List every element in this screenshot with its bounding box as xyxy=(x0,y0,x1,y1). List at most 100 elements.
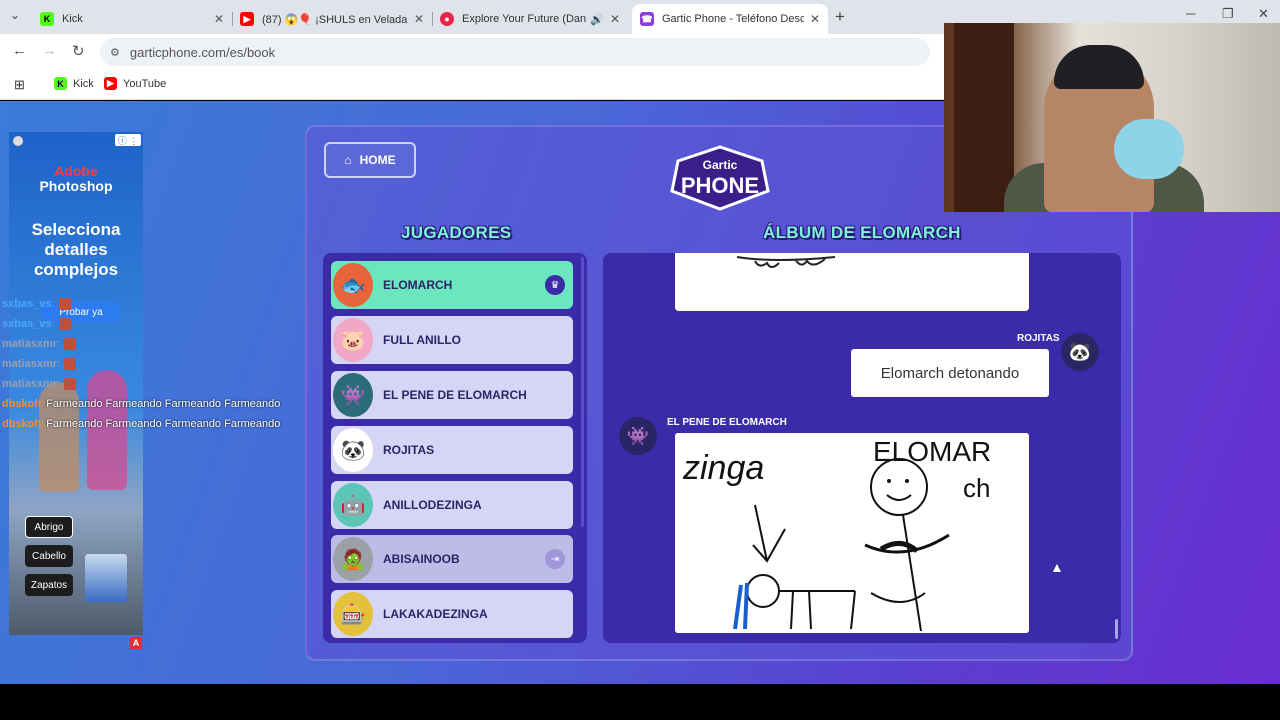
close-icon[interactable]: ✕ xyxy=(810,12,820,26)
chat-user: matiasxmr xyxy=(2,358,58,370)
chat-line: matiasxmr: xyxy=(2,374,302,394)
screen: ⌄ K Kick ✕ ▶ (87) 😱🎈 ¡SHULS en Velada de… xyxy=(0,0,1280,720)
back-icon[interactable]: ← xyxy=(12,42,27,59)
player-name: LAKAKADEZINGA xyxy=(383,607,488,621)
player-name: ANILLODEZINGA xyxy=(383,498,482,512)
chat-line: dbskoh: Farmeando Farmeando Farmeando Far… xyxy=(2,398,281,410)
player-name: ELOMARCH xyxy=(383,278,453,292)
tab-title: (87) 😱🎈 ¡SHULS en Velada de xyxy=(262,13,408,26)
player-avatar-icon: 🐟 xyxy=(333,263,373,307)
close-icon[interactable]: ✕ xyxy=(610,12,620,26)
drawing-text-left: zinga xyxy=(682,449,764,487)
youtube-favicon-icon: ▶ xyxy=(240,12,254,26)
player-avatar-icon: 🐼 xyxy=(333,428,373,472)
webcam-door xyxy=(954,23,1014,212)
window-close-icon[interactable]: ✕ xyxy=(1258,6,1269,22)
minimize-icon[interactable]: ─ xyxy=(1186,6,1195,21)
url-text: garticphone.com/es/book xyxy=(129,44,276,60)
tab-title: Explore Your Future (Daniel xyxy=(462,13,587,25)
album-scrollbar[interactable] xyxy=(1115,619,1118,639)
speaker-icon[interactable]: 🔊 xyxy=(590,13,604,26)
podcast-favicon-icon: ● xyxy=(440,12,454,26)
ad-headline: Selecciona detalles complejos xyxy=(31,220,121,279)
players-title: JUGADORES xyxy=(401,223,512,242)
crown-icon: ♛ xyxy=(545,275,565,295)
emote-icon xyxy=(64,358,77,370)
logo-line2: PHONE xyxy=(681,173,759,198)
player-lakakadezinga[interactable]: 🎰 LAKAKADEZINGA xyxy=(331,590,573,638)
monster-avatar-icon: 👾 xyxy=(619,417,657,455)
ad-choices-icon[interactable] xyxy=(13,136,23,146)
mouse-cursor-icon: ▲ xyxy=(1050,559,1064,575)
bookmark-youtube[interactable]: ▶ YouTube xyxy=(104,77,166,90)
tab-search-icon[interactable]: ⌄ xyxy=(10,8,20,22)
close-icon[interactable]: ✕ xyxy=(414,12,424,26)
youtube-favicon-icon: ▶ xyxy=(104,77,117,90)
player-name: FULL ANILLO xyxy=(383,333,461,347)
ad-info-icon[interactable]: ⓘ ⋮ xyxy=(115,134,141,146)
player-avatar-icon: 👾 xyxy=(333,373,373,417)
ad-thumbnail xyxy=(85,554,127,602)
tab-podcast[interactable]: ● Explore Your Future (Daniel 🔊 ✕ xyxy=(432,4,628,34)
player-anillodezinga[interactable]: 🤖 ANILLODEZINGA xyxy=(331,481,573,529)
ad-corner-mark: A xyxy=(130,637,142,649)
ad-option-zapatos[interactable]: Zapatos xyxy=(25,574,73,596)
logo-line1: Gartic xyxy=(703,158,738,172)
gartic-favicon-icon: ☎ xyxy=(640,12,654,26)
webcam-plush-toy xyxy=(1114,119,1184,179)
player-el-pene-de-elomarch[interactable]: 👾 EL PENE DE ELOMARCH xyxy=(331,371,573,419)
emote-icon xyxy=(64,338,77,350)
tab-gartic[interactable]: ☎ Gartic Phone - Teléfono Descon ✕ xyxy=(632,4,828,34)
ad-option-cabello[interactable]: Cabello xyxy=(25,545,73,567)
chat-line: matiasxmr: xyxy=(2,354,302,374)
tab-title: Kick xyxy=(62,13,83,25)
player-avatar-icon: 🎰 xyxy=(333,592,373,636)
close-icon[interactable]: ✕ xyxy=(214,12,224,26)
new-tab-icon[interactable]: + xyxy=(835,7,845,27)
ad-brand-line2: Photoshop xyxy=(39,178,113,194)
forward-icon[interactable]: → xyxy=(42,42,57,59)
kick-favicon-icon: K xyxy=(54,77,67,90)
player-avatar-icon: 🐷 xyxy=(333,318,373,362)
url-field[interactable]: ⚙ garticphone.com/es/book xyxy=(100,38,930,66)
player-name: EL PENE DE ELOMARCH xyxy=(383,388,527,402)
chat-message: Farmeando Farmeando Farmeando Farmeando xyxy=(46,418,281,430)
bookmark-kick[interactable]: K Kick xyxy=(54,77,94,90)
album-title: ÁLBUM DE ELOMARCH xyxy=(763,223,961,242)
reload-icon[interactable]: ↻ xyxy=(72,42,85,60)
site-info-icon[interactable]: ⚙ xyxy=(110,46,120,59)
player-avatar-icon: 🧟 xyxy=(333,537,373,581)
chat-user: dbskoh xyxy=(2,418,42,430)
bookmark-label: YouTube xyxy=(123,77,167,90)
players-list[interactable]: 🐟 ELOMARCH ♛ 🐷 FULL ANILLO 👾 EL PENE DE … xyxy=(323,253,587,643)
stream-chat-overlay: sxbas_vs: sxbas_vs: matiasxmr: matiasxmr… xyxy=(2,294,302,434)
chat-user: sxbas_vs xyxy=(2,298,52,310)
drawing-canvas: zinga ELOMAR ch xyxy=(675,433,1029,633)
chat-user: sxbas_vs xyxy=(2,318,52,330)
home-icon: ⌂ xyxy=(344,153,352,167)
player-rojitas[interactable]: 🐼 ROJITAS xyxy=(331,426,573,474)
restore-icon[interactable]: ❐ xyxy=(1222,6,1234,22)
tab-youtube[interactable]: ▶ (87) 😱🎈 ¡SHULS en Velada de ✕ xyxy=(232,4,432,34)
ad-option-abrigo[interactable]: Abrigo xyxy=(25,516,73,538)
drawing-text-right-1: ELOMAR xyxy=(873,436,991,467)
chat-line: dbskoh: Farmeando Farmeando Farmeando Far… xyxy=(2,418,281,430)
tab-kick[interactable]: K Kick ✕ xyxy=(32,4,232,34)
emote-icon xyxy=(64,378,77,390)
apps-grid-icon[interactable]: ⊞ xyxy=(14,77,25,93)
emote-icon xyxy=(58,318,71,330)
album-panel[interactable]: ROJITAS 🐼 Elomarch detonando 👾 EL PENE D… xyxy=(603,253,1121,643)
chat-user: dbskoh xyxy=(2,398,42,410)
chat-message: Farmeando Farmeando Farmeando Farmeando xyxy=(46,398,281,410)
player-name: ABISAINOOB xyxy=(383,552,460,566)
gartic-phone-logo: Gartic PHONE xyxy=(670,145,770,211)
chat-line: matiasxmr: xyxy=(2,334,302,354)
player-elomarch[interactable]: 🐟 ELOMARCH ♛ xyxy=(331,261,573,309)
ad-brand-line1: Adobe xyxy=(54,163,98,179)
players-scrollbar[interactable] xyxy=(581,257,584,527)
panda-avatar-icon: 🐼 xyxy=(1061,333,1099,371)
webcam-overlay xyxy=(944,23,1280,212)
player-abisainoob[interactable]: 🧟 ABISAINOOB ⇥ xyxy=(331,535,573,583)
player-full-anillo[interactable]: 🐷 FULL ANILLO xyxy=(331,316,573,364)
home-button[interactable]: ⌂ HOME xyxy=(324,142,416,178)
